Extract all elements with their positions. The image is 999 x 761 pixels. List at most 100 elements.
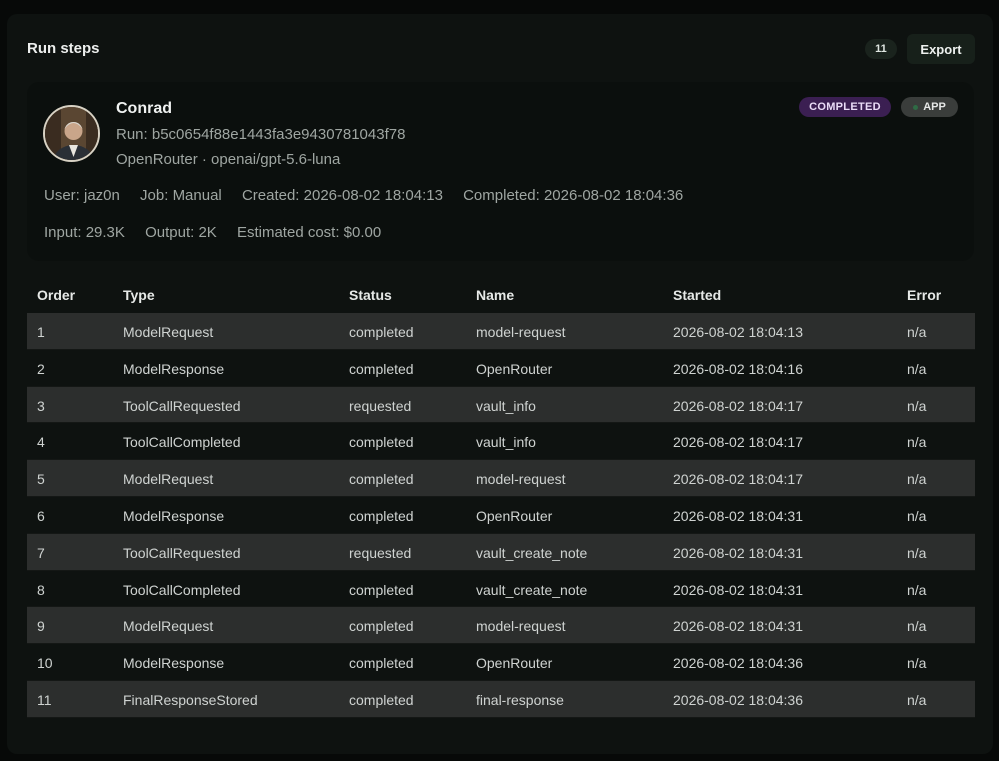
cell-error: n/a xyxy=(907,655,927,672)
cell-started: 2026-08-02 18:04:13 xyxy=(673,324,803,340)
cell-status: completed xyxy=(349,618,414,635)
cell-name: model-request xyxy=(476,618,566,635)
status-badge: COMPLETED xyxy=(799,97,891,117)
cell-order: 2 xyxy=(37,360,45,377)
cell-order: 7 xyxy=(37,544,45,561)
cell-started: 2026-08-02 18:04:17 xyxy=(673,397,803,414)
table-row[interactable]: 5 ModelRequest completed model-request 2026-… xyxy=(27,460,975,497)
cell-order: 5 xyxy=(37,471,45,488)
cell-order: 1 xyxy=(37,324,45,340)
table-row[interactable]: 8 ToolCallCompleted completed vault_create_… xyxy=(27,570,975,608)
cell-name: final-response xyxy=(476,691,564,708)
meta-completed: Completed: 2026-08-02 18:04:36 xyxy=(463,187,684,204)
cell-error: n/a xyxy=(907,691,927,708)
source-badge: APP xyxy=(901,97,958,117)
table-row[interactable]: 9 ModelRequest completed model-request 2026-… xyxy=(27,607,975,645)
cell-status: completed xyxy=(349,507,414,524)
cell-name: model-request xyxy=(476,324,566,340)
cell-type: FinalResponseStored xyxy=(123,691,258,708)
cell-order: 10 xyxy=(37,655,53,672)
cell-order: 11 xyxy=(37,691,52,708)
cell-type: ToolCallRequested xyxy=(123,544,241,561)
table-header: Order Type Status Name Started Error xyxy=(27,277,975,313)
cell-status: completed xyxy=(349,581,414,598)
user-name: Conrad xyxy=(116,100,172,117)
cell-status: completed xyxy=(349,471,414,488)
cell-type: ModelResponse xyxy=(123,507,225,524)
cell-type: ModelRequest xyxy=(123,324,214,340)
cell-type: ModelResponse xyxy=(123,360,225,377)
cell-type: ModelRequest xyxy=(123,618,214,635)
cell-order: 4 xyxy=(37,434,45,451)
cell-error: n/a xyxy=(907,507,927,524)
table-body: 1 ModelRequest completed model-request 2026-… xyxy=(27,313,975,718)
meta-output: Output: 2K xyxy=(145,224,217,241)
avatar xyxy=(43,105,100,162)
meta-user: User: jaz0n xyxy=(44,187,120,204)
cell-status: completed xyxy=(349,655,414,672)
cell-status: requested xyxy=(349,397,412,414)
cell-name: vault_info xyxy=(476,434,536,451)
cell-started: 2026-08-02 18:04:36 xyxy=(673,691,803,708)
cell-error: n/a xyxy=(907,471,927,488)
cell-started: 2026-08-02 18:04:17 xyxy=(673,471,803,488)
cell-status: completed xyxy=(349,360,414,377)
cell-type: ToolCallRequested xyxy=(123,397,241,414)
cell-type: ToolCallCompleted xyxy=(123,581,241,598)
cell-started: 2026-08-02 18:04:31 xyxy=(673,507,803,524)
table-row[interactable]: 11 FinalResponseStored completed final-resp… xyxy=(27,680,975,718)
steps-table: Order Type Status Name Started Error 1 Mo… xyxy=(27,277,975,718)
cell-error: n/a xyxy=(907,360,927,377)
cell-status: completed xyxy=(349,324,414,340)
cell-type: ModelResponse xyxy=(123,655,225,672)
run-meta-row-2: Input: 29.3K Output: 2K Estimated cost: … xyxy=(44,224,397,241)
cell-error: n/a xyxy=(907,397,927,414)
cell-error: n/a xyxy=(907,544,927,561)
column-header-status[interactable]: Status xyxy=(349,287,392,303)
meta-job: Job: Manual xyxy=(140,187,222,204)
cell-started: 2026-08-02 18:04:17 xyxy=(673,434,803,451)
meta-cost: Estimated cost: $0.00 xyxy=(236,224,382,241)
cell-error: n/a xyxy=(907,434,927,451)
source-label: APP xyxy=(923,101,946,113)
dot-icon xyxy=(913,104,919,110)
column-header-started[interactable]: Started xyxy=(673,287,721,303)
cell-type: ModelRequest xyxy=(123,471,214,488)
cell-started: 2026-08-02 18:04:16 xyxy=(673,360,803,377)
cell-started: 2026-08-02 18:04:36 xyxy=(673,655,803,672)
table-row[interactable]: 10 ModelResponse completed OpenRouter 2026-0… xyxy=(27,644,975,681)
cell-name: OpenRouter xyxy=(476,507,553,524)
table-row[interactable]: 4 ToolCallCompleted completed vault_info 202… xyxy=(27,423,975,461)
cell-name: vault_create_note xyxy=(476,544,588,561)
table-row[interactable]: 7 ToolCallRequested requested vault_create_… xyxy=(27,533,975,571)
table-row[interactable]: 2 ModelResponse completed OpenRouter 2026-08… xyxy=(27,349,975,387)
cell-started: 2026-08-02 18:04:31 xyxy=(673,544,803,561)
table-row[interactable]: 6 ModelResponse completed OpenRouter 2026-08… xyxy=(27,496,975,534)
cell-order: 9 xyxy=(37,618,45,635)
cell-error: n/a xyxy=(907,618,927,635)
column-header-error[interactable]: Error xyxy=(907,287,941,303)
step-count-badge: 11 xyxy=(865,39,897,59)
cell-status: completed xyxy=(349,434,414,451)
column-header-order[interactable]: Order xyxy=(37,287,75,303)
model-info: OpenRouter · openai/gpt-5.6-luna xyxy=(116,151,341,168)
meta-input: Input: 29.3K xyxy=(44,224,125,241)
run-id: Run: b5c0654f88e1443fa3e9430781043f78 xyxy=(116,126,406,143)
cell-status: requested xyxy=(349,544,412,561)
cell-order: 3 xyxy=(37,397,45,414)
cell-error: n/a xyxy=(907,581,927,598)
cell-type: ToolCallCompleted xyxy=(123,434,241,451)
cell-name: OpenRouter xyxy=(476,360,553,377)
export-button[interactable]: Export xyxy=(907,34,975,64)
column-header-name[interactable]: Name xyxy=(476,287,514,303)
cell-started: 2026-08-02 18:04:31 xyxy=(673,581,803,598)
cell-started: 2026-08-02 18:04:31 xyxy=(673,618,803,635)
cell-order: 8 xyxy=(37,581,45,598)
cell-name: model-request xyxy=(476,471,566,488)
table-row[interactable]: 3 ToolCallRequested requested vault_info 202… xyxy=(27,386,975,424)
cell-order: 6 xyxy=(37,507,45,524)
table-row[interactable]: 1 ModelRequest completed model-request 2026-… xyxy=(27,313,975,350)
run-meta-row-1: User: jaz0n Job: Manual Created: 2026-08… xyxy=(44,187,699,204)
column-header-type[interactable]: Type xyxy=(123,287,155,303)
cell-name: vault_create_note xyxy=(476,581,588,598)
